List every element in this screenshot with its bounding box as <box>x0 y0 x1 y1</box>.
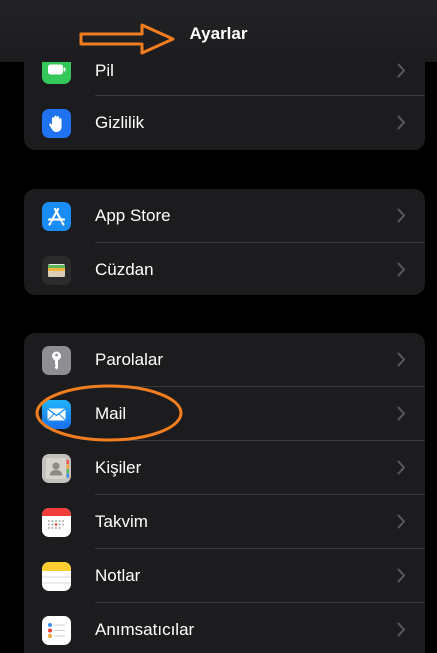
settings-row-contacts[interactable]: Kişiler <box>24 441 425 495</box>
settings-row-label: Kişiler <box>95 458 142 477</box>
contacts-icon <box>42 454 71 483</box>
chevron-right-icon <box>397 115 405 130</box>
settings-row-label: App Store <box>95 206 171 225</box>
wallet-icon <box>42 256 71 285</box>
chevron-right-icon <box>397 262 405 277</box>
settings-row-label: Notlar <box>95 566 141 585</box>
hand-icon <box>42 109 71 138</box>
settings-row-label: Cüzdan <box>95 260 154 279</box>
settings-row-passwords[interactable]: Parolalar <box>24 333 425 387</box>
chevron-right-icon <box>397 460 405 475</box>
key-icon <box>42 346 71 375</box>
settings-row-app-store[interactable]: App Store <box>24 189 425 243</box>
settings-row-mail[interactable]: Mail <box>24 387 425 441</box>
settings-row-label: Takvim <box>95 512 148 531</box>
settings-screen: Pil Gizlilik App Store Cüzdan Parolalar … <box>0 0 437 653</box>
settings-row-label: Parolalar <box>95 350 164 369</box>
settings-group-2: App Store Cüzdan <box>24 189 425 295</box>
settings-row-wallet[interactable]: Cüzdan <box>24 243 425 295</box>
chevron-right-icon <box>397 63 405 78</box>
notes-icon <box>42 562 71 591</box>
app-store-icon <box>42 202 71 231</box>
reminders-icon <box>42 616 71 645</box>
chevron-right-icon <box>397 208 405 223</box>
mail-icon <box>42 400 71 429</box>
settings-row-calendar[interactable]: Takvim <box>24 495 425 549</box>
settings-row-label: Anımsatıcılar <box>95 620 195 639</box>
calendar-icon <box>42 508 71 537</box>
chevron-right-icon <box>397 514 405 529</box>
navigation-bar: Ayarlar <box>0 0 437 62</box>
settings-row-privacy[interactable]: Gizlilik <box>24 96 425 150</box>
chevron-right-icon <box>397 352 405 367</box>
settings-row-reminders[interactable]: Anımsatıcılar <box>24 603 425 653</box>
chevron-right-icon <box>397 568 405 583</box>
settings-row-label: Mail <box>95 404 127 423</box>
settings-row-label: Gizlilik <box>95 113 145 132</box>
settings-row-notes[interactable]: Notlar <box>24 549 425 603</box>
settings-group-3: Parolalar Mail Kişiler Takvim Notlar Anı… <box>24 333 425 653</box>
chevron-right-icon <box>397 406 405 421</box>
chevron-right-icon <box>397 622 405 637</box>
page-title: Ayarlar <box>189 24 248 43</box>
